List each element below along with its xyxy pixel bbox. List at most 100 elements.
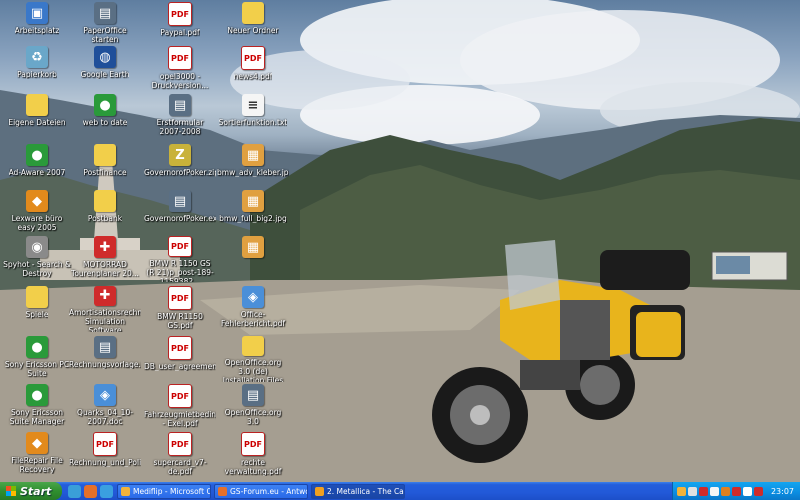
taskbar-button-label: Mediflip - Microsoft O... — [133, 486, 211, 496]
taskbar-button-label: 2. Metallica - The Call... — [327, 486, 405, 496]
folder-icon — [242, 2, 264, 24]
web-to-date-icon: ● — [94, 94, 116, 116]
internet-explorer-icon[interactable] — [100, 484, 113, 498]
pdf-tray-icon[interactable] — [743, 486, 752, 496]
desktop-icon-label: Lexware büro easy 2005 — [11, 214, 63, 232]
pdf-icon: PDF — [168, 2, 192, 26]
image-icon: ▦ — [242, 144, 264, 166]
form-icon: ▤ — [169, 94, 191, 116]
rechnung-icon: ▤ — [94, 336, 116, 358]
desktop-icon[interactable]: ● Sony Ericsson Suite Manager — [2, 384, 72, 430]
desktop-icon[interactable]: ● web to date — [70, 94, 140, 140]
desktop-icon-label: web to date — [82, 118, 128, 127]
desktop-icon-label: Sortierfunktion.txt — [218, 118, 288, 127]
desktop-icon[interactable]: ▦ bmw_full_big2.jpg — [218, 190, 288, 236]
desktop-icon[interactable]: PDF rechte verwaltung.pdf — [218, 432, 288, 478]
desktop-icon-label: Rechnungsvorlage.pdf — [69, 360, 141, 369]
desktop-icon-label: OpenOffice.org 3.0 — [224, 408, 282, 426]
desktop-icon[interactable]: ● Ad-Aware 2007 — [2, 144, 72, 190]
desktop-icon[interactable]: ▦ bmw_adv_kleber.jpg — [217, 144, 289, 190]
desktop-icon-label: opel3000 - Druckversion... — [151, 72, 209, 90]
desktop-icon-label: Quarks_04_10-2007.doc — [77, 408, 133, 426]
desktop: ▣ Arbeitsplatz ▤ PaperOffice starten PDF Payp… — [0, 0, 800, 482]
pdf-icon: PDF — [168, 236, 192, 257]
desktop-icon[interactable]: PDF Rechnung_und_Policy.pdf — [69, 432, 141, 478]
desktop-icon[interactable]: ✚Amortisationsrechner Simulation Softwar… — [69, 286, 141, 332]
desktop-icon[interactable]: PDF Fahrzeugmietbedingungen - Exel.pdf — [144, 384, 216, 430]
firefox-icon[interactable] — [84, 484, 97, 498]
pdf-icon: PDF — [168, 432, 192, 456]
volume-icon[interactable] — [710, 486, 719, 496]
desktop-icon[interactable]: Postbank — [70, 190, 140, 236]
desktop-icon-label: news4.pdf — [233, 72, 273, 81]
security-icon[interactable] — [677, 486, 686, 496]
desktop-icon-label: Sony Ericsson Suite Manager — [9, 408, 65, 426]
desktop-icon[interactable]: ✚ MOTORRAD Tourenplaner 20... — [70, 236, 140, 282]
desktop-icon[interactable]: ◈ Quarks_04_10-2007.doc — [70, 384, 140, 430]
desktop-icon[interactable]: ▣ Arbeitsplatz — [2, 2, 72, 48]
desktop-icon[interactable]: ◈ Office-Fehlerbericht.pdf — [218, 286, 288, 332]
desktop-icon[interactable]: Spiele — [2, 286, 72, 332]
desktop-icon[interactable]: PDF news4.pdf — [218, 46, 288, 92]
desktop-icon[interactable]: ▤ Erstformular 2007-2008 — [145, 94, 215, 140]
amortisation-icon: ✚ — [94, 286, 116, 306]
desktop-icon-label: Ad-Aware 2007 — [8, 168, 66, 177]
system-tray: 23:07 — [672, 482, 800, 500]
antivirus-icon[interactable] — [699, 486, 708, 496]
desktop-icon-label: GovernorofPoker.exe — [144, 214, 216, 223]
desktop-icon-label: Rechnung_und_Policy.pdf — [69, 458, 141, 467]
pdf-icon: PDF — [168, 46, 192, 70]
device-icon[interactable] — [754, 486, 763, 496]
task-buttons: Mediflip - Microsoft O... GS-Forum.eu - A… — [117, 483, 408, 499]
desktop-icon[interactable]: ▤ OpenOffice.org 3.0 — [218, 384, 288, 430]
pdf-icon: PDF — [168, 384, 192, 408]
desktop-icon[interactable]: ◍ Google Earth — [70, 46, 140, 92]
desktop-icon[interactable]: ● Sony Ericsson PC Suite — [2, 336, 72, 382]
desktop-icon[interactable]: ▤ PaperOffice starten — [70, 2, 140, 48]
firefox-icon — [218, 486, 227, 496]
tray-icons — [677, 486, 765, 496]
taskbar-button[interactable]: GS-Forum.eu - Antwo... — [214, 483, 308, 499]
desktop-icon[interactable]: PDF supercard_v7-de.pdf — [145, 432, 215, 478]
desktop-icon[interactable]: ◉ Spyhot - Search & Destroy — [2, 236, 72, 282]
start-button[interactable]: Start — [0, 482, 62, 500]
sony-ericsson-manager-icon: ● — [26, 384, 48, 406]
desktop-icon[interactable]: Postfinance — [70, 144, 140, 190]
desktop-icon[interactable]: OpenOffice.org 3.0 (de) Installation Fil… — [218, 336, 288, 382]
taskbar: Start Mediflip - Microsoft O... GS-Forum.… — [0, 482, 800, 500]
desktop-icon[interactable]: ▤ Rechnungsvorlage.pdf — [69, 336, 141, 382]
desktop-icon[interactable]: PDF BMW R 1150 GS (R 21)p_post-189-115938… — [145, 236, 215, 282]
desktop-icon[interactable]: PDF BMW R1150 GS.pdf — [145, 286, 215, 332]
desktop-icon[interactable]: ▤ GovernorofPoker.exe — [144, 190, 216, 236]
desktop-icon-label: Office-Fehlerbericht.pdf — [221, 310, 285, 328]
desktop-icon-label: rechte verwaltung.pdf — [224, 458, 282, 476]
desktop-icon[interactable]: ≡ Sortierfunktion.txt — [218, 94, 288, 140]
desktop-icon[interactable]: ♻ Papierkorb — [2, 46, 72, 92]
update-icon[interactable] — [732, 486, 741, 496]
network-icon[interactable] — [688, 486, 697, 496]
clock[interactable]: 23:07 — [771, 487, 794, 496]
desktop-icon[interactable]: ◆ Lexware büro easy 2005 — [2, 190, 72, 236]
desktop-icon[interactable]: PDF opel3000 - Druckversion... — [145, 46, 215, 92]
desktop-icon-label: MOTORRAD Tourenplaner 20... — [71, 260, 139, 278]
zip-icon: Z — [169, 144, 191, 166]
start-label: Start — [20, 484, 52, 498]
desktop-icon[interactable]: PDF Paypal.pdf — [145, 2, 215, 48]
warning-icon[interactable] — [721, 486, 730, 496]
sony-ericsson-icon: ● — [26, 336, 48, 358]
show-desktop-icon[interactable] — [68, 484, 81, 498]
desktop-icon-label: BMW R1150 GS.pdf — [157, 312, 203, 330]
desktop-icon[interactable]: Eigene Dateien — [2, 94, 72, 140]
taskbar-button[interactable]: Mediflip - Microsoft O... — [117, 483, 211, 499]
recycle-bin-icon: ♻ — [26, 46, 48, 68]
desktop-icon-label: Amortisationsrechner Simulation Software — [69, 307, 141, 332]
desktop-icon[interactable]: ▦ — [218, 236, 288, 282]
desktop-icon[interactable]: Z GovernorofPoker.zip — [144, 144, 216, 190]
desktop-icon[interactable]: ◆ FileRepair File Recovery — [2, 432, 72, 478]
desktop-icon[interactable]: Neuer Ordner — [218, 2, 288, 48]
pdf-icon: PDF — [241, 432, 265, 456]
desktop-icon[interactable]: PDF DB_user_agreement... — [144, 336, 216, 382]
taskbar-button[interactable]: 2. Metallica - The Call... — [311, 483, 405, 499]
desktop-icon-label: Eigene Dateien — [8, 118, 66, 127]
desktop-icon-label: Arbeitsplatz — [14, 26, 60, 35]
